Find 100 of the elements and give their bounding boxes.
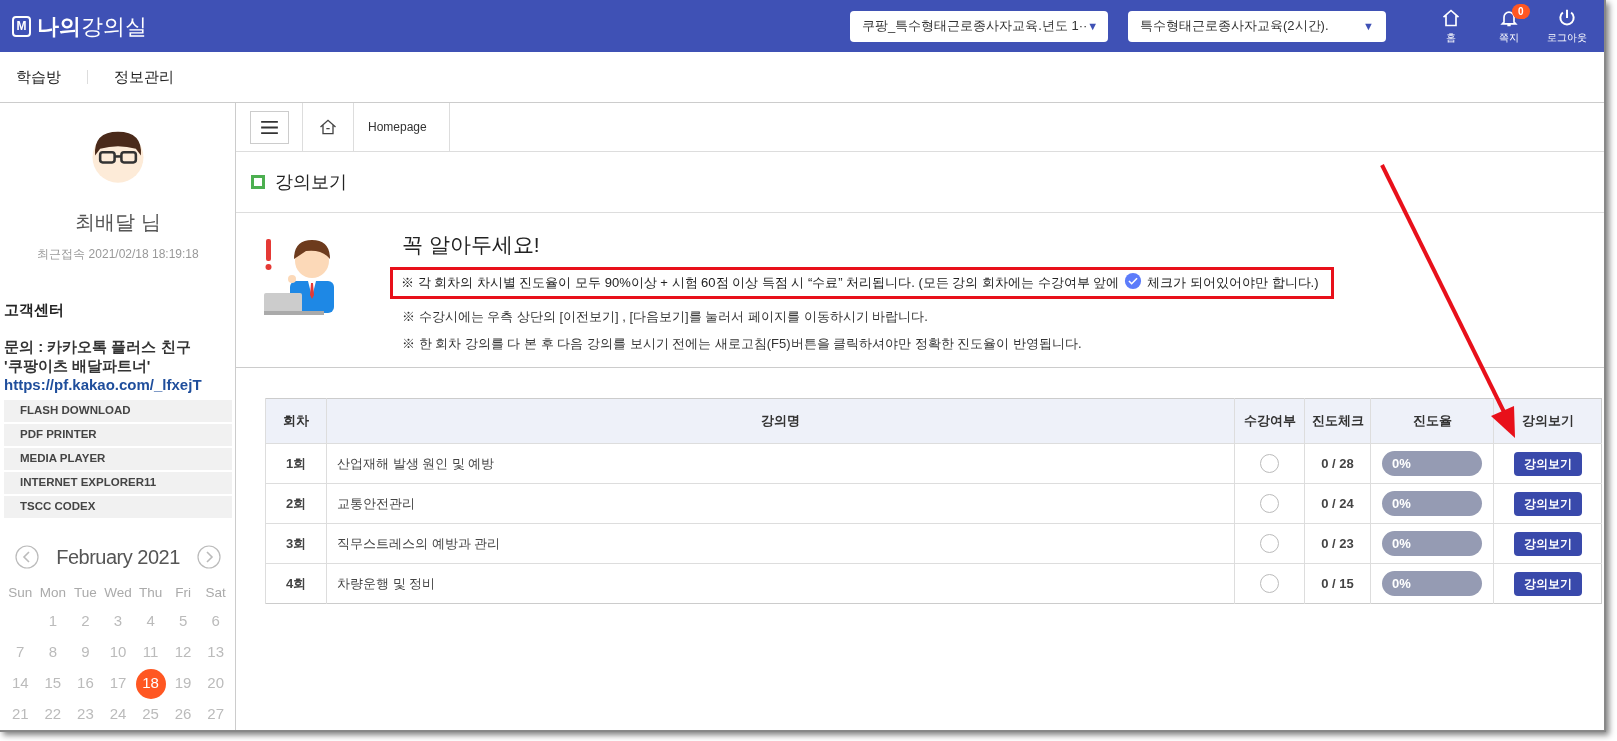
menu-icon bbox=[261, 120, 278, 134]
calendar-month: February 2021 bbox=[56, 545, 180, 570]
notice-text: ※ 각 회차의 차시별 진도율이 모두 90%이상 + 시험 60점 이상 득점 시 “수료” 처리됩니다. (모든 강의 회차에는 수강여부 앞에 체크가 되어있어야만 합니다.) bbox=[401, 272, 1319, 293]
logo-title: 나의 bbox=[37, 12, 81, 41]
calendar-day[interactable]: 4 bbox=[135, 606, 166, 637]
page-title: 강의보기 bbox=[275, 170, 347, 194]
weekday-label: Sun bbox=[7, 583, 34, 602]
course-select[interactable]: 쿠팡_특수형태근로종사자교육.년도 1··▼ bbox=[850, 10, 1108, 42]
table-cell: 0 / 23 bbox=[1304, 523, 1371, 564]
table-cell: 3회 bbox=[265, 523, 327, 564]
table-cell: 4회 bbox=[265, 563, 327, 604]
calendar-day[interactable]: 25 bbox=[135, 699, 166, 730]
nav-link[interactable]: 정보관리 bbox=[114, 65, 174, 89]
calendar-day[interactable]: 15 bbox=[37, 668, 68, 699]
logo-icon: M bbox=[12, 15, 31, 37]
calendar-day[interactable]: 21 bbox=[5, 699, 36, 730]
table-cell: 0 / 28 bbox=[1304, 443, 1371, 484]
download-link[interactable]: MEDIA PLAYER bbox=[4, 448, 232, 470]
column-header: 강의명 bbox=[326, 398, 1235, 444]
calendar-day[interactable]: 20 bbox=[200, 668, 231, 699]
progress-bar: 0% bbox=[1382, 531, 1482, 556]
table-cell: 2회 bbox=[265, 483, 327, 524]
lecture-view-button[interactable]: 강의보기 bbox=[1513, 451, 1582, 476]
menu-button[interactable] bbox=[250, 110, 289, 144]
calendar-day[interactable]: 14 bbox=[5, 668, 36, 699]
status-radio[interactable] bbox=[1260, 494, 1279, 513]
last-access-text: 최근접속 2021/02/18 18:19:18 bbox=[36, 245, 200, 263]
notice-title: 꼭 알아두세요! bbox=[402, 232, 541, 258]
calendar-day[interactable]: 18 bbox=[135, 668, 166, 699]
previous-month-icon[interactable] bbox=[15, 545, 39, 569]
square-icon bbox=[251, 175, 265, 189]
weekday-label: Thu bbox=[137, 583, 164, 602]
notice-text: ※ 한 회차 강의를 다 본 후 다음 강의를 보시기 전에는 새로고침(F5)버튼을 클릭하셔야만 정확한 진도율이 반영됩니다. bbox=[402, 335, 1083, 353]
download-link[interactable]: TSCC CODEX bbox=[4, 496, 232, 518]
power-icon bbox=[1557, 7, 1577, 28]
table-cell: 교통안전관리 bbox=[326, 483, 1235, 524]
weekday-label: Mon bbox=[38, 583, 67, 602]
calendar-day[interactable]: 22 bbox=[37, 699, 68, 730]
calendar-day[interactable]: 1 bbox=[37, 606, 68, 637]
calendar-day[interactable]: 11 bbox=[135, 637, 166, 668]
calendar-day[interactable]: 13 bbox=[200, 637, 231, 668]
status-radio[interactable] bbox=[1260, 574, 1279, 593]
home-icon[interactable] bbox=[318, 117, 338, 137]
table-cell: 산업재해 발생 원인 및 예방 bbox=[326, 443, 1235, 484]
table-cell: 0 / 15 bbox=[1304, 563, 1371, 604]
table-cell: 직무스트레스의 예방과 관리 bbox=[326, 523, 1235, 564]
lecture-view-button[interactable]: 강의보기 bbox=[1513, 571, 1582, 596]
calendar-day[interactable]: 9 bbox=[70, 637, 101, 668]
weekday-label: Tue bbox=[73, 583, 98, 602]
user-name: 최배달 님 bbox=[74, 209, 162, 235]
notice-text: ※ 수강시에는 우측 상단의 [이전보기] , [다음보기]를 눌러서 페이지를 이동하시기 바랍니다. bbox=[402, 307, 929, 326]
contact-text: 문의 : 카카오톡 플러스 친구 bbox=[4, 337, 192, 356]
calendar-day[interactable]: 3 bbox=[103, 606, 133, 637]
calendar-day[interactable]: 10 bbox=[103, 637, 133, 668]
download-link[interactable]: INTERNET EXPLORER11 bbox=[4, 472, 232, 494]
column-header: 진도율 bbox=[1370, 398, 1494, 444]
calendar-day[interactable]: 19 bbox=[168, 668, 199, 699]
column-header: 회차 bbox=[265, 398, 327, 444]
support-title: 고객센터 bbox=[4, 299, 65, 320]
calendar-day[interactable]: 5 bbox=[168, 606, 199, 637]
progress-bar: 0% bbox=[1382, 571, 1482, 596]
calendar-day[interactable]: 17 bbox=[103, 668, 133, 699]
logo-subtitle: 강의실 bbox=[81, 12, 147, 41]
home-icon bbox=[1441, 7, 1461, 28]
column-header: 수강여부 bbox=[1234, 398, 1305, 444]
course-select[interactable]: 특수형태근로종사자교육(2시간). ▼ bbox=[1128, 10, 1386, 42]
calendar-day[interactable]: 7 bbox=[5, 637, 36, 668]
weekday-label: Fri bbox=[174, 583, 192, 602]
column-header: 진도체크 bbox=[1304, 398, 1371, 444]
calendar-day[interactable]: 12 bbox=[168, 637, 199, 668]
progress-bar: 0% bbox=[1382, 451, 1482, 476]
power-link[interactable]: 로그아웃 bbox=[1546, 7, 1588, 45]
download-link[interactable]: PDF PRINTER bbox=[4, 424, 232, 446]
lecture-view-button[interactable]: 강의보기 bbox=[1513, 531, 1582, 556]
table-cell: 0 / 24 bbox=[1304, 483, 1371, 524]
calendar-day[interactable]: 6 bbox=[200, 606, 231, 637]
breadcrumb-text: Homepage bbox=[368, 119, 427, 136]
home-link[interactable]: 홈 bbox=[1430, 7, 1472, 45]
download-link[interactable]: FLASH DOWNLOAD bbox=[4, 400, 232, 422]
progress-bar: 0% bbox=[1382, 491, 1482, 516]
next-month-icon[interactable] bbox=[197, 545, 221, 569]
calendar-day[interactable]: 16 bbox=[70, 668, 101, 699]
contact-link[interactable]: https://pf.kakao.com/_lfxejT bbox=[4, 375, 232, 394]
status-radio[interactable] bbox=[1260, 454, 1279, 473]
check-icon bbox=[1124, 271, 1143, 290]
weekday-label: Wed bbox=[103, 583, 133, 602]
table-cell: 1회 bbox=[265, 443, 327, 484]
contact-text: '쿠팡이츠 배달파트너' bbox=[4, 356, 152, 375]
weekday-label: Sat bbox=[204, 583, 227, 602]
calendar-day[interactable]: 8 bbox=[37, 637, 68, 668]
calendar-day[interactable]: 23 bbox=[70, 699, 101, 730]
lecture-view-button[interactable]: 강의보기 bbox=[1513, 491, 1582, 516]
notification-badge: 0 bbox=[1512, 3, 1530, 19]
calendar-day[interactable]: 24 bbox=[103, 699, 133, 730]
calendar-day[interactable]: 26 bbox=[168, 699, 199, 730]
status-radio[interactable] bbox=[1260, 534, 1279, 553]
table-cell: 차량운행 및 정비 bbox=[326, 563, 1235, 604]
calendar-day[interactable]: 27 bbox=[200, 699, 231, 730]
nav-link[interactable]: 학습방 bbox=[16, 65, 61, 89]
calendar-day[interactable]: 2 bbox=[70, 606, 101, 637]
